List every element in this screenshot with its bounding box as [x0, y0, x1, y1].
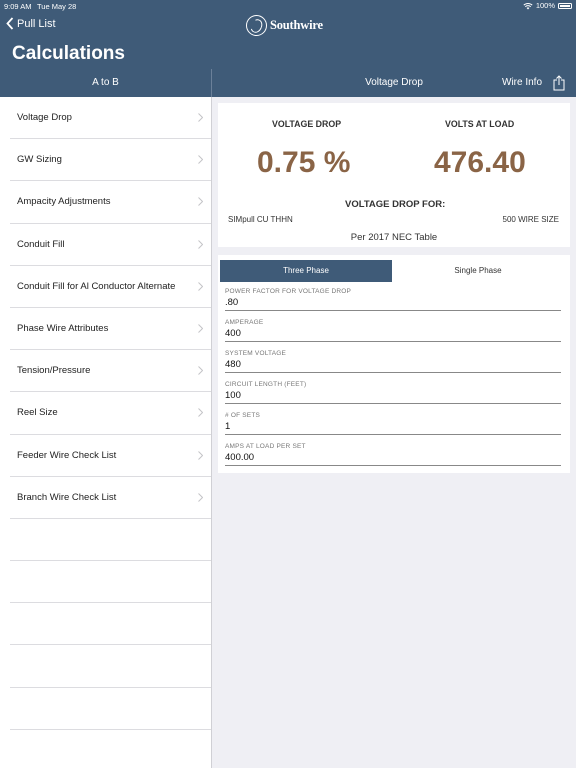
menu-item-label: Voltage Drop [17, 112, 72, 123]
number-of-sets-field[interactable]: # OF SETS 1 [225, 412, 561, 435]
field-label: # OF SETS [225, 412, 261, 419]
share-icon[interactable] [553, 75, 565, 91]
menu-item-label: Conduit Fill for Al Conductor Alternate [17, 280, 176, 292]
field-label: POWER FACTOR FOR VOLTAGE DROP [225, 288, 352, 295]
chevron-right-icon [198, 492, 203, 502]
menu-item-conduit-fill[interactable]: Conduit Fill [10, 224, 211, 266]
chevron-right-icon [198, 408, 203, 418]
chevron-right-icon [198, 239, 203, 249]
status-bar: 9:09 AM Tue May 28 100% [0, 0, 576, 12]
menu-item-label: Ampacity Adjustments [17, 196, 111, 208]
chevron-right-icon [198, 366, 203, 375]
phase-segmented-control: Three Phase Single Phase [220, 260, 564, 282]
menu-item-tension-pressure[interactable]: Tension/Pressure [10, 350, 211, 393]
back-button[interactable]: Pull List [6, 17, 56, 30]
field-value: 1 [225, 421, 231, 432]
calculation-menu: Voltage Drop GW Sizing Ampacity Adjustme… [0, 97, 211, 768]
empty-row [10, 561, 211, 604]
field-label: AMPS AT LOAD PER SET [225, 443, 306, 450]
empty-row [10, 603, 211, 646]
results-card: VOLTAGE DROP VOLTS AT LOAD 0.75 % 476.40… [218, 103, 570, 247]
menu-item-voltage-drop[interactable]: Voltage Drop [10, 97, 211, 140]
menu-item-label: Feeder Wire Check List [17, 449, 117, 461]
circuit-length-field[interactable]: CIRCUIT LENGTH (FEET) 100 [225, 381, 561, 404]
input-card: Three Phase Single Phase POWER FACTOR FO… [218, 255, 570, 473]
field-label: CIRCUIT LENGTH (FEET) [225, 381, 307, 388]
field-value: 480 [225, 359, 241, 370]
menu-item-ampacity-adjustments[interactable]: Ampacity Adjustments [10, 181, 211, 224]
empty-row [10, 688, 211, 730]
battery-percent: 100% [535, 1, 555, 10]
volts-at-load-value: 476.40 [434, 146, 526, 179]
chevron-right-icon [198, 324, 203, 333]
single-phase-button[interactable]: Single Phase [392, 260, 564, 282]
status-date: Tue May 28 [37, 2, 77, 11]
voltage-drop-value: 0.75 % [257, 146, 351, 179]
field-label: AMPERAGE [225, 319, 264, 326]
logo-text: Southwire [270, 18, 323, 32]
menu-item-reel-size[interactable]: Reel Size [10, 392, 211, 435]
right-panel-header: Voltage Drop Wire Info [212, 69, 576, 97]
chevron-left-icon [6, 17, 14, 30]
menu-item-label: Phase Wire Attributes [17, 322, 109, 334]
menu-item-label: GW Sizing [17, 154, 62, 166]
battery-icon [558, 2, 572, 9]
chevron-right-icon [198, 113, 203, 122]
panel-divider [211, 97, 212, 768]
menu-item-label: Tension/Pressure [17, 365, 91, 377]
three-phase-button[interactable]: Three Phase [220, 260, 392, 282]
amperage-field[interactable]: AMPERAGE 400 [225, 319, 561, 342]
wire-size: 500 WIRE SIZE [502, 215, 559, 224]
menu-item-feeder-wire-check-list[interactable]: Feeder Wire Check List [10, 435, 211, 477]
menu-item-label: Reel Size [17, 407, 58, 419]
menu-item-conduit-fill-al[interactable]: Conduit Fill for Al Conductor Alternate [10, 266, 211, 308]
voltage-drop-label: VOLTAGE DROP [272, 119, 342, 129]
power-factor-field[interactable]: POWER FACTOR FOR VOLTAGE DROP .80 [225, 288, 561, 311]
chevron-right-icon [198, 450, 203, 460]
wifi-icon [523, 2, 533, 9]
table-note: Per 2017 NEC Table [350, 232, 438, 243]
menu-item-label: Conduit Fill [17, 238, 65, 250]
status-right: 100% [523, 1, 572, 10]
field-value: 400.00 [225, 452, 255, 463]
southwire-logo: Southwire [246, 15, 323, 36]
wire-type: SIMpull CU THHN [228, 215, 293, 224]
field-label: SYSTEM VOLTAGE [225, 350, 287, 357]
menu-item-branch-wire-check-list[interactable]: Branch Wire Check List [10, 477, 211, 519]
southwire-logo-mark [246, 15, 267, 36]
field-value: .80 [225, 297, 239, 308]
system-voltage-field[interactable]: SYSTEM VOLTAGE 480 [225, 350, 561, 373]
left-panel-header: A to B [0, 69, 211, 97]
field-value: 100 [225, 390, 241, 401]
chevron-right-icon [198, 197, 203, 207]
menu-item-phase-wire-attributes[interactable]: Phase Wire Attributes [10, 308, 211, 351]
voltage-drop-for-label: VOLTAGE DROP FOR: [345, 199, 446, 210]
empty-row [10, 519, 211, 562]
volts-at-load-label: VOLTS AT LOAD [445, 119, 515, 129]
menu-item-label: Branch Wire Check List [17, 491, 117, 503]
wire-info-button[interactable]: Wire Info [502, 69, 542, 97]
chevron-right-icon [198, 281, 203, 291]
menu-item-gw-sizing[interactable]: GW Sizing [10, 139, 211, 182]
amps-at-load-per-set-field: AMPS AT LOAD PER SET 400.00 [225, 443, 561, 466]
field-value: 400 [225, 328, 241, 339]
page-title: Calculations [12, 43, 125, 64]
back-label: Pull List [17, 17, 56, 30]
chevron-right-icon [198, 155, 203, 165]
navigation-bar: Pull List Southwire Calculations [0, 12, 576, 69]
status-time: 9:09 AM [4, 2, 32, 11]
left-panel-title: A to B [92, 77, 119, 88]
empty-row [10, 645, 211, 688]
